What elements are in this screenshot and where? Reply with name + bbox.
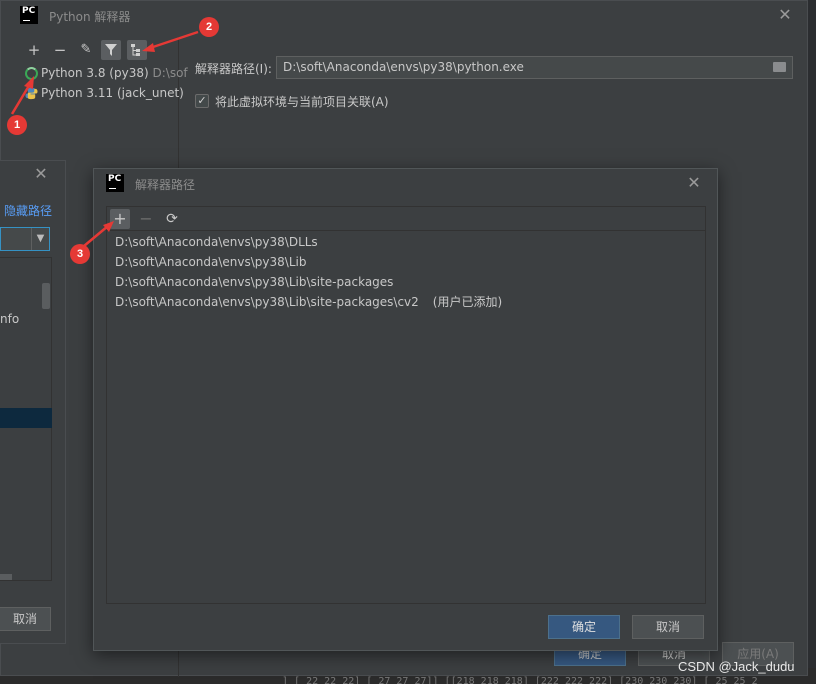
side-list-selection[interactable] bbox=[0, 408, 52, 428]
pycharm-logo-icon: PC bbox=[20, 6, 38, 24]
side-list-text: nfo bbox=[0, 312, 20, 326]
interpreter-path-label: 解释器路径(I): bbox=[195, 62, 272, 76]
annotation-badge-3: 3 bbox=[70, 244, 90, 264]
close-icon[interactable]: ✕ bbox=[687, 175, 701, 191]
interpreter-paths-dialog: PC 解释器路径 ✕ + − ⟳ D:\soft\Anaconda\envs\p… bbox=[93, 168, 718, 651]
annotation-badge-1: 1 bbox=[7, 115, 27, 135]
path-row[interactable]: D:\soft\Anaconda\envs\py38\DLLs bbox=[115, 232, 318, 252]
horizontal-scrollbar[interactable] bbox=[0, 574, 12, 580]
user-added-note: (用户已添加) bbox=[432, 295, 503, 309]
path-text: D:\soft\Anaconda\envs\py38\Lib\site-pack… bbox=[115, 275, 394, 289]
show-paths-tree-icon[interactable] bbox=[127, 40, 147, 60]
associate-env-label: 将此虚拟环境与当前项目关联(A) bbox=[215, 95, 389, 109]
path-row[interactable]: D:\soft\Anaconda\envs\py38\Lib\site-pack… bbox=[115, 292, 502, 312]
interpreter-label: Python 3.11 (jack_unet) bbox=[41, 86, 184, 100]
watermark: CSDN @Jack_dudu bbox=[678, 659, 795, 674]
filter-icon[interactable] bbox=[101, 40, 121, 60]
interpreter-path-value: D:\soft\Anaconda\envs\py38\python.exe bbox=[283, 60, 524, 74]
annotation-badge-2: 2 bbox=[199, 17, 219, 37]
add-path-button[interactable]: + bbox=[110, 209, 130, 229]
path-row[interactable]: D:\soft\Anaconda\envs\py38\Lib\site-pack… bbox=[115, 272, 393, 292]
dialog-title: Python 解释器 bbox=[49, 10, 131, 24]
associate-env-checkbox[interactable]: ✓ bbox=[195, 94, 209, 108]
paths-list-panel: + − ⟳ D:\soft\Anaconda\envs\py38\DLLs D:… bbox=[106, 206, 706, 604]
interpreter-path-suffix: D:\sof bbox=[152, 66, 188, 80]
hide-paths-link[interactable]: 隐藏路径 bbox=[4, 202, 52, 219]
interpreter-label: Python 3.8 (py38) bbox=[41, 66, 149, 80]
path-text: D:\soft\Anaconda\envs\py38\Lib bbox=[115, 255, 307, 269]
console-output: ] [ 22 22 22] [ 27 27 27]] [[218 218 218… bbox=[282, 676, 758, 684]
interpreter-path-field[interactable]: D:\soft\Anaconda\envs\py38\python.exe bbox=[276, 56, 793, 79]
cancel-button[interactable]: 取消 bbox=[632, 615, 704, 639]
folder-icon[interactable] bbox=[773, 62, 786, 72]
path-text: D:\soft\Anaconda\envs\py38\Lib\site-pack… bbox=[115, 295, 419, 309]
interpreter-item-py38[interactable]: Python 3.8 (py38) D:\sof bbox=[41, 63, 188, 83]
refresh-icon[interactable]: ⟳ bbox=[162, 209, 182, 229]
remove-path-button[interactable]: − bbox=[136, 209, 156, 229]
side-combo-box[interactable]: ▼ bbox=[0, 227, 50, 251]
side-cancel-button[interactable]: 取消 bbox=[0, 607, 51, 631]
ok-button[interactable]: 确定 bbox=[548, 615, 620, 639]
scrollbar[interactable] bbox=[42, 283, 50, 309]
chevron-down-icon[interactable]: ▼ bbox=[31, 228, 49, 250]
title-bar: PC Python 解释器 ✕ bbox=[1, 1, 807, 31]
remove-interpreter-button[interactable]: − bbox=[50, 40, 70, 60]
add-interpreter-button[interactable]: + bbox=[24, 40, 44, 60]
edit-icon[interactable]: ✎ bbox=[76, 40, 96, 60]
close-icon[interactable]: ✕ bbox=[778, 7, 792, 23]
path-row[interactable]: D:\soft\Anaconda\envs\py38\Lib bbox=[115, 252, 306, 272]
dialog-title: 解释器路径 bbox=[135, 178, 196, 192]
python-icon bbox=[25, 87, 38, 100]
interpreter-item-jack-unet[interactable]: Python 3.11 (jack_unet) bbox=[41, 83, 184, 103]
close-icon[interactable]: ✕ bbox=[34, 166, 48, 182]
paths-toolbar: + − ⟳ bbox=[107, 207, 705, 231]
conda-ring-icon bbox=[25, 67, 38, 80]
pycharm-logo-icon: PC bbox=[106, 174, 124, 192]
side-dialog: ✕ 隐藏路径 ▼ nfo 取消 bbox=[0, 160, 66, 644]
path-text: D:\soft\Anaconda\envs\py38\DLLs bbox=[115, 235, 318, 249]
